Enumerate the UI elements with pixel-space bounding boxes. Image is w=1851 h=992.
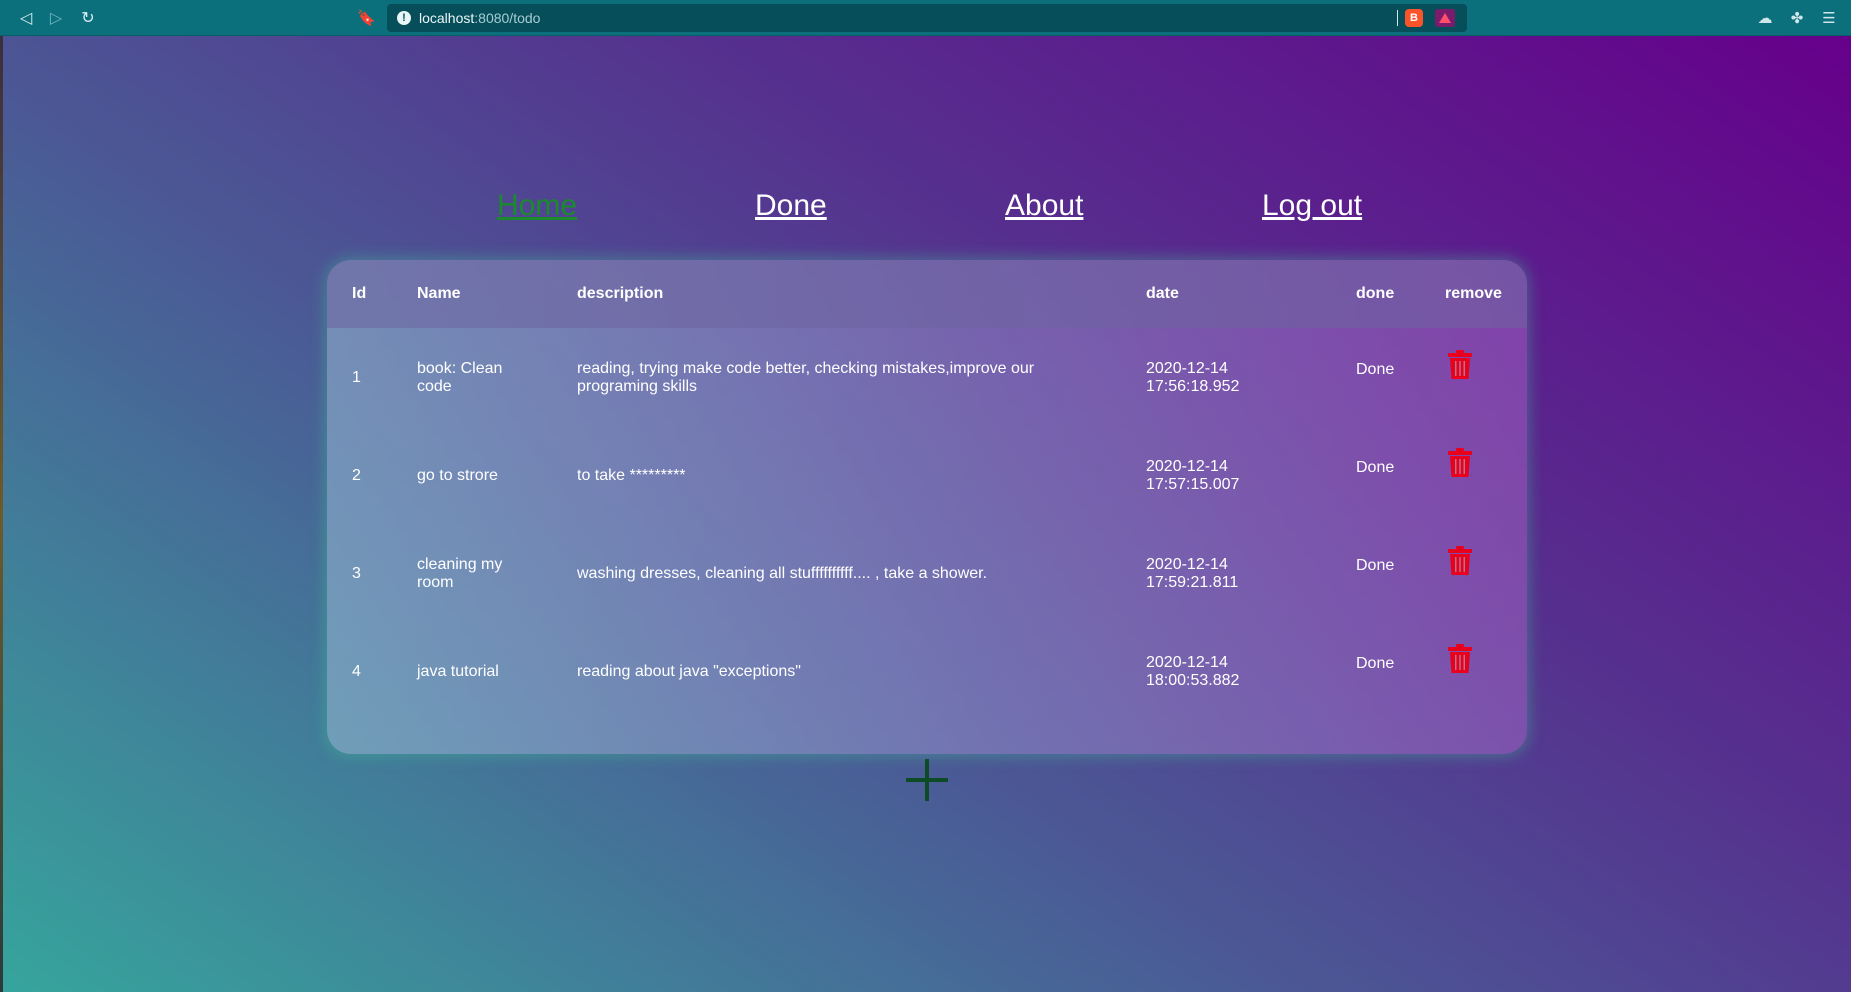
cell-date-line: 2020-12-14 [1146,556,1228,573]
browser-toolbar: ◁ ▷ ↻ 🔖 ! localhost:8080/todo B ☁ ✤ ☰ [0,0,1851,36]
cell-date-line: 18:00:53.882 [1146,672,1240,689]
brave-rewards-icon[interactable] [1435,9,1455,27]
hamburger-menu-icon[interactable]: ☰ [1819,8,1839,28]
cell-description: reading about java "exceptions" [577,663,801,680]
info-icon[interactable]: ! [397,11,411,25]
table-row: 4 java tutorial reading about java "exce… [327,622,1527,720]
page-background: Home Done About Log out Id Name descript… [0,36,1851,992]
cell-id: 2 [352,467,361,484]
cell-description: washing dresses, cleaning all stufffffff… [577,565,988,582]
cell-description-line: reading, trying make code better, checki… [577,360,1035,377]
profile-icon[interactable]: ☁ [1755,8,1775,28]
brave-shield-icon[interactable]: B [1405,9,1423,27]
cell-name: java tutorial [417,663,499,680]
trash-icon[interactable] [1447,644,1473,674]
cell-id: 3 [352,565,361,582]
trash-icon[interactable] [1447,546,1473,576]
cell-date-line: 17:56:18.952 [1146,378,1240,395]
header-description: description [577,285,664,302]
header-name: Name [417,285,461,302]
table-row: 3 cleaning my room washing dresses, clea… [327,524,1527,622]
cell-date-line: 2020-12-14 [1146,654,1228,671]
url-path: :8080/todo [474,10,541,26]
cell-name-line: room [417,574,454,591]
cell-name-line: code [417,378,452,395]
plus-icon [925,759,929,801]
cell-name: cleaning my room [417,556,502,592]
puzzle-icon[interactable]: ✤ [1787,8,1807,28]
done-link[interactable]: Done [1356,361,1394,379]
trash-icon[interactable] [1447,448,1473,478]
nav-link-about[interactable]: About [1005,189,1083,223]
header-remove: remove [1445,285,1502,302]
done-link[interactable]: Done [1356,655,1394,673]
address-separator [1397,10,1398,26]
cell-date: 2020-12-14 17:59:21.811 [1146,556,1238,592]
reload-icon[interactable]: ↻ [78,8,98,28]
nav-link-home[interactable]: Home [497,189,577,223]
nav-link-done[interactable]: Done [755,189,827,223]
address-bar[interactable]: ! localhost:8080/todo B [387,4,1467,32]
window-edge [0,36,3,992]
header-done: done [1356,285,1395,302]
forward-arrow-icon[interactable]: ▷ [46,8,66,28]
cell-name-line: book: Clean [417,360,503,377]
cell-date-line: 17:59:21.811 [1146,574,1239,591]
back-arrow-icon[interactable]: ◁ [16,8,36,28]
bookmark-icon[interactable]: 🔖 [357,8,376,28]
cell-name-line: cleaning my [417,556,503,573]
todo-table: Id Name description date done remove 1 b… [327,260,1527,754]
add-todo-button[interactable] [906,759,948,801]
table-row: 1 book: Clean code reading, trying make … [327,328,1527,426]
cell-description: to take ********* [577,467,686,484]
header-id: Id [352,285,367,302]
cell-id: 1 [352,369,361,386]
cell-description-line: programing skills [577,378,698,395]
cell-date: 2020-12-14 18:00:53.882 [1146,654,1239,690]
cell-name: go to strore [417,467,498,484]
cell-date-line: 2020-12-14 [1146,360,1228,377]
table-row: 2 go to strore to take ********* 2020-12… [327,426,1527,524]
cell-date-line: 2020-12-14 [1146,458,1228,475]
cell-date-line: 17:57:15.007 [1146,476,1240,493]
header-date: date [1146,285,1179,302]
main-nav: Home Done About Log out [0,189,1851,239]
done-link[interactable]: Done [1356,557,1394,575]
cell-date: 2020-12-14 17:56:18.952 [1146,360,1239,396]
table-header: Id Name description date done remove [327,260,1527,328]
cell-date: 2020-12-14 17:57:15.007 [1146,458,1239,494]
url-host: localhost [419,10,475,26]
cell-id: 4 [352,663,361,680]
trash-icon[interactable] [1447,350,1473,380]
cell-description: reading, trying make code better, checki… [577,360,1034,396]
done-link[interactable]: Done [1356,459,1394,477]
cell-name: book: Clean code [417,360,502,396]
nav-link-logout[interactable]: Log out [1262,189,1362,223]
